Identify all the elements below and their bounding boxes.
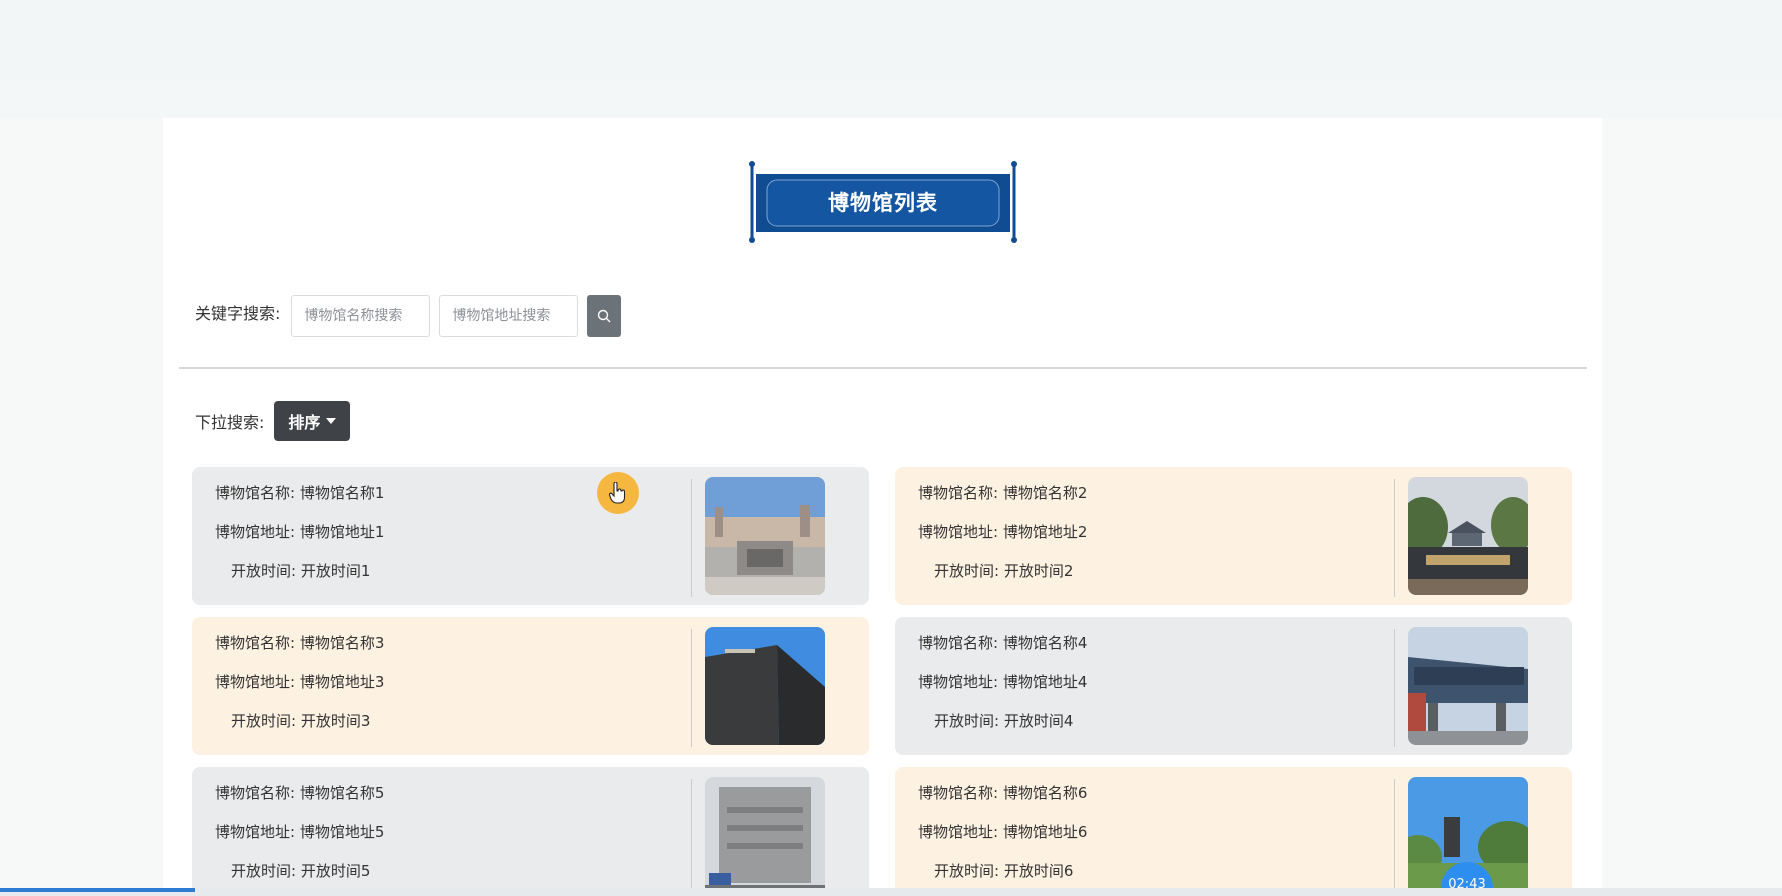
divider — [179, 367, 1587, 369]
museum-card[interactable]: 博物馆名称: 博物馆名称5 博物馆地址: 博物馆地址5 开放时间: 开放时间5 — [192, 767, 869, 896]
playback-bar[interactable] — [0, 888, 1782, 896]
sort-dropdown-button[interactable]: 排序 — [274, 401, 351, 441]
hand-pointer-icon — [609, 482, 626, 504]
dropdown-search-label: 下拉搜索: — [195, 413, 265, 432]
museum-hours: 开放时间: 开放时间3 — [231, 712, 371, 730]
museum-thumbnail[interactable] — [705, 477, 825, 595]
museum-thumbnail[interactable] — [1408, 477, 1528, 595]
museum-name: 博物馆名称: 博物馆名称1 — [215, 484, 385, 502]
museum-name: 博物馆名称: 博物馆名称3 — [215, 634, 385, 652]
card-divider — [691, 629, 692, 747]
museum-card[interactable]: 博物馆名称: 博物馆名称4 博物馆地址: 博物馆地址4 开放时间: 开放时间4 — [895, 617, 1572, 755]
museum-hours: 开放时间: 开放时间2 — [934, 562, 1074, 580]
search-button[interactable] — [587, 295, 622, 337]
sort-dropdown-label: 排序 — [288, 413, 321, 432]
museum-address-search-input[interactable] — [439, 295, 579, 337]
museum-hours: 开放时间: 开放时间4 — [934, 712, 1074, 730]
museum-address: 博物馆地址: 博物馆地址6 — [918, 823, 1088, 841]
search-icon — [598, 309, 611, 323]
top-band — [0, 0, 1782, 118]
card-divider — [1394, 779, 1395, 896]
card-divider — [691, 779, 692, 896]
museum-name: 博物馆名称: 博物馆名称5 — [215, 784, 385, 802]
museum-card[interactable]: 博物馆名称: 博物馆名称2 博物馆地址: 博物馆地址2 开放时间: 开放时间2 — [895, 467, 1572, 605]
museum-address: 博物馆地址: 博物馆地址2 — [918, 523, 1088, 541]
museum-card[interactable]: 博物馆名称: 博物馆名称3 博物馆地址: 博物馆地址3 开放时间: 开放时间3 — [192, 617, 869, 755]
dropdown-search-row: 下拉搜索: 排序 — [195, 401, 351, 441]
caret-down-icon — [326, 418, 337, 424]
keyword-search-row: 关键字搜索: — [195, 294, 622, 338]
museum-address: 博物馆地址: 博物馆地址5 — [215, 823, 385, 841]
museum-address: 博物馆地址: 博物馆地址4 — [918, 673, 1088, 691]
playback-progress — [0, 888, 195, 892]
page-title: 博物馆列表 — [828, 191, 938, 215]
museum-address: 博物馆地址: 博物馆地址3 — [215, 673, 385, 691]
museum-name: 博物馆名称: 博物馆名称6 — [918, 784, 1088, 802]
museum-thumbnail[interactable] — [1408, 627, 1528, 745]
museum-list: 博物馆名称: 博物馆名称1 博物馆地址: 博物馆地址1 开放时间: 开放时间1 — [192, 467, 1572, 896]
museum-address: 博物馆地址: 博物馆地址1 — [215, 523, 385, 541]
museum-thumbnail[interactable] — [705, 777, 825, 895]
card-divider — [1394, 479, 1395, 597]
museum-hours: 开放时间: 开放时间1 — [231, 562, 371, 580]
museum-name: 博物馆名称: 博物馆名称4 — [918, 634, 1088, 652]
card-divider — [1394, 629, 1395, 747]
museum-name: 博物馆名称: 博物馆名称2 — [918, 484, 1088, 502]
museum-name-search-input[interactable] — [291, 295, 431, 337]
content-panel: 博物馆列表 关键字搜索: 下拉搜索: 排序 博物馆名称: 博物馆名称1 博物馆地… — [163, 118, 1602, 896]
keyword-search-label: 关键字搜索: — [195, 304, 281, 323]
museum-card[interactable]: 博物馆名称: 博物馆名称1 博物馆地址: 博物馆地址1 开放时间: 开放时间1 — [192, 467, 869, 605]
museum-thumbnail[interactable] — [705, 627, 825, 745]
card-divider — [691, 479, 692, 597]
page-title-banner: 博物馆列表 — [745, 160, 1021, 244]
